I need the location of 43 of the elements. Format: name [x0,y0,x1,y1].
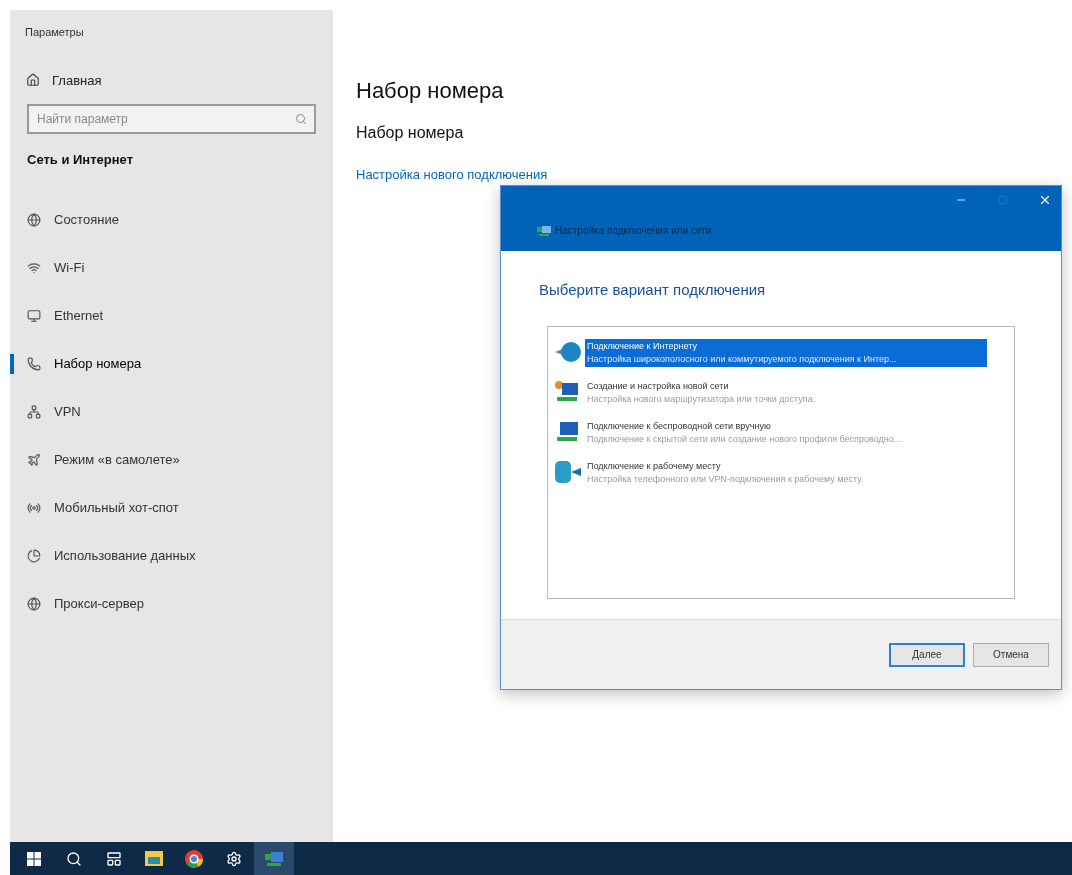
section-heading: Набор номера [356,123,464,143]
sidebar-item[interactable]: Мобильный хот-спот [27,497,179,518]
wifi-icon [27,260,41,275]
sidebar-item[interactable]: Набор номера [27,353,142,374]
connection-option[interactable]: Создание и настройка новой сети Настройка нового маршрутизатора или точки доступа. [585,378,818,407]
search-icon [295,113,307,125]
sidebar-item[interactable]: Состояние [27,209,119,230]
globe-icon [27,596,41,611]
settings-icon[interactable] [226,850,242,867]
pie-chart-icon [27,548,41,563]
setup-link[interactable]: Настройка нового подключения [356,165,548,185]
windows-logo-icon[interactable] [27,851,41,866]
dialog-button[interactable]: Далее [889,642,965,667]
sidebar-item[interactable]: Прокси-сервер [27,593,144,614]
task-view-icon[interactable] [106,850,122,867]
connection-option[interactable]: Подключение к беспроводной сети вручную Подключение к скрытой сети или создание нового профиля беспроводно... [585,418,904,447]
section-heading: Сеть и Интернет [27,151,134,169]
sidebar-item[interactable]: Ethernet [27,305,104,326]
dialog-prompt: Выберите вариант подключения [539,280,766,300]
sidebar-item[interactable]: VPN [27,401,81,422]
globe-icon [27,212,41,227]
search-icon[interactable] [66,850,82,867]
home-item[interactable]: Главная [26,70,102,90]
close-icon[interactable] [1038,193,1052,207]
sidebar-item[interactable]: Использование данных [27,545,196,566]
sidebar-item[interactable]: Wi-Fi [27,257,85,278]
antenna-icon [27,500,41,515]
connection-option[interactable]: Подключение к рабочему месту Настройка телефонного или VPN-подключения к рабочему месту. [585,458,866,487]
page-heading: Набор номера [356,77,504,105]
phone-icon [27,356,41,371]
dialog-title: Настройка подключения или сети [555,224,712,238]
home-icon [26,73,40,88]
monitor-icon [27,308,41,323]
browser-icon[interactable] [185,849,203,868]
sidebar-item[interactable]: Режим «в самолете» [27,449,180,470]
dialog-button[interactable]: Отмена [973,642,1049,667]
airplane-icon [27,452,41,467]
network-icon [27,404,41,419]
computer-network-icon[interactable] [264,849,284,868]
app-title: Параметры [25,25,84,40]
connection-option[interactable]: Подключение к Интернету Настройка широкополосного или коммутируемого подключения к Интер... [585,338,987,367]
search-field[interactable]: Найти параметр [27,104,316,134]
computer-network-icon [537,224,551,237]
